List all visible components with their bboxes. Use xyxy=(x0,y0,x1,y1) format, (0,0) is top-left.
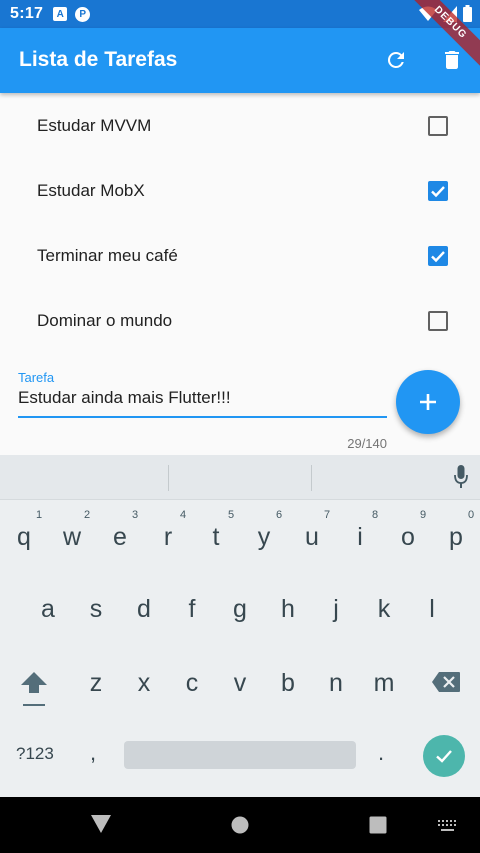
key-i[interactable]: i xyxy=(340,515,380,559)
key-l[interactable]: l xyxy=(412,587,452,631)
notification-p-icon: P xyxy=(75,6,91,22)
check-icon xyxy=(436,750,452,763)
task-label: Estudar MobX xyxy=(37,180,145,200)
list-item[interactable]: Dominar o mundo xyxy=(0,288,480,353)
task-checkbox[interactable] xyxy=(428,115,448,136)
key-w[interactable]: w xyxy=(52,515,92,559)
task-list: Estudar MVVM Estudar MobX Terminar meu c… xyxy=(0,93,480,353)
list-item[interactable]: Estudar MobX xyxy=(0,158,480,223)
key-o[interactable]: o xyxy=(388,515,428,559)
task-checkbox[interactable] xyxy=(428,310,448,331)
key-t[interactable]: t xyxy=(196,515,236,559)
key-f[interactable]: f xyxy=(172,587,212,631)
recents-square-icon xyxy=(369,816,387,834)
key-u[interactable]: u xyxy=(292,515,332,559)
key-d[interactable]: d xyxy=(124,587,164,631)
keyboard-switch-button[interactable] xyxy=(438,819,458,837)
check-icon xyxy=(431,250,445,262)
key-b[interactable]: b xyxy=(268,661,308,705)
status-indicators xyxy=(419,5,472,22)
key-g[interactable]: g xyxy=(220,587,260,631)
suggestion-divider xyxy=(168,465,169,491)
home-button[interactable] xyxy=(231,816,249,839)
notification-a-icon: A xyxy=(53,7,68,21)
suggestion-bar xyxy=(0,455,480,500)
microphone-icon[interactable] xyxy=(454,465,468,489)
key-k[interactable]: k xyxy=(364,587,404,631)
plus-icon xyxy=(420,394,436,410)
signal-icon xyxy=(443,5,457,22)
list-item[interactable]: Estudar MVVM xyxy=(0,93,480,158)
key-c[interactable]: c xyxy=(172,661,212,705)
task-input[interactable] xyxy=(18,388,387,418)
task-checkbox[interactable] xyxy=(428,245,448,266)
soft-keyboard: 1 2 3 4 5 6 7 8 9 0 q w e r t y u i o p … xyxy=(0,455,480,797)
navigation-bar xyxy=(0,797,480,853)
status-bar: 5:17 A P xyxy=(0,0,480,28)
space-key[interactable] xyxy=(124,741,356,769)
character-counter: 29/140 xyxy=(347,436,387,451)
task-checkbox[interactable] xyxy=(428,180,448,201)
key-n[interactable]: n xyxy=(316,661,356,705)
suggestion-divider xyxy=(311,465,312,491)
task-label: Dominar o mundo xyxy=(37,310,173,330)
trash-icon xyxy=(445,51,459,69)
key-z[interactable]: z xyxy=(76,661,116,705)
backspace-key[interactable] xyxy=(431,671,461,693)
task-label: Terminar meu café xyxy=(37,245,178,265)
wifi-icon xyxy=(419,6,437,21)
back-triangle-icon xyxy=(91,815,111,833)
task-input-area: Tarefa 29/140 xyxy=(18,370,387,451)
shift-key[interactable] xyxy=(18,667,50,711)
comma-key[interactable]: , xyxy=(90,740,96,766)
delete-all-button[interactable] xyxy=(437,45,467,75)
key-r[interactable]: r xyxy=(148,515,188,559)
refresh-button[interactable] xyxy=(381,45,411,75)
refresh-icon xyxy=(387,51,404,68)
task-input-label: Tarefa xyxy=(18,370,55,385)
recents-button[interactable] xyxy=(369,816,387,839)
key-p[interactable]: p xyxy=(436,515,476,559)
key-q[interactable]: q xyxy=(4,515,44,559)
key-h[interactable]: h xyxy=(268,587,308,631)
symbols-key[interactable]: ?123 xyxy=(16,744,54,764)
page-title: Lista de Tarefas xyxy=(19,48,178,71)
home-circle-icon xyxy=(231,816,249,834)
app-bar: Lista de Tarefas xyxy=(0,28,480,93)
add-task-button[interactable] xyxy=(396,370,460,434)
key-a[interactable]: a xyxy=(28,587,68,631)
key-x[interactable]: x xyxy=(124,661,164,705)
task-label: Estudar MVVM xyxy=(37,115,152,135)
key-j[interactable]: j xyxy=(316,587,356,631)
period-key[interactable]: . xyxy=(378,740,384,766)
key-y[interactable]: y xyxy=(244,515,284,559)
backspace-icon xyxy=(432,672,460,692)
key-e[interactable]: e xyxy=(100,515,140,559)
keyboard-icon xyxy=(438,820,456,831)
back-button[interactable] xyxy=(91,815,111,838)
list-item[interactable]: Terminar meu café xyxy=(0,223,480,288)
battery-icon xyxy=(463,5,472,22)
status-time: 5:17 xyxy=(10,5,44,22)
key-m[interactable]: m xyxy=(364,661,404,705)
key-s[interactable]: s xyxy=(76,587,116,631)
enter-key[interactable] xyxy=(423,735,465,777)
check-icon xyxy=(431,185,445,197)
key-v[interactable]: v xyxy=(220,661,260,705)
shift-icon xyxy=(21,672,47,706)
